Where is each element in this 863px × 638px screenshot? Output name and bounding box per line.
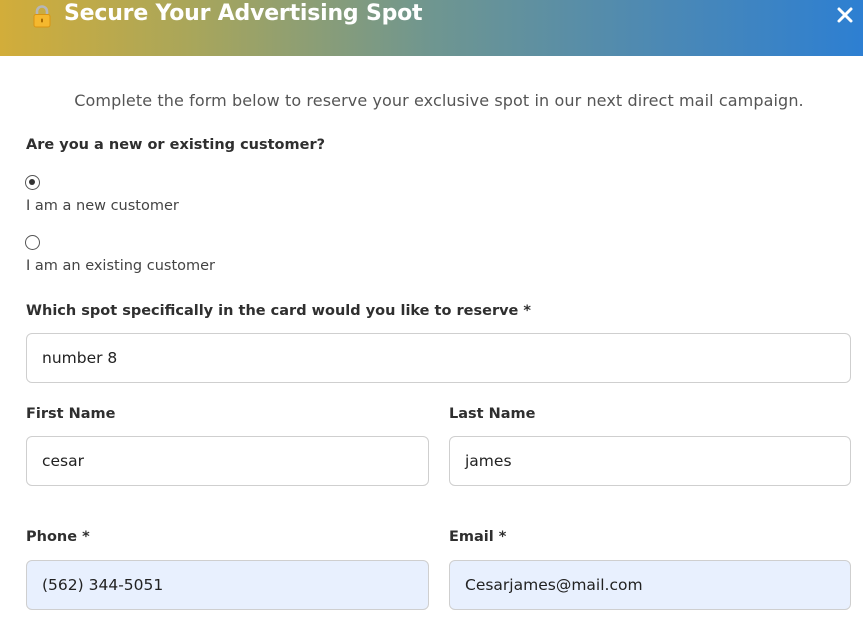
phone-value: (562) 344-5051 <box>42 576 164 594</box>
spot-input-value: number 8 <box>42 349 118 367</box>
phone-input[interactable]: (562) 344-5051 <box>26 560 429 610</box>
intro-text: Complete the form below to reserve your … <box>74 91 804 110</box>
email-value: Cesarjames@mail.com <box>465 576 643 594</box>
email-label: Email * <box>449 529 507 545</box>
radio-label-new-customer[interactable]: I am a new customer <box>26 198 179 214</box>
close-icon[interactable] <box>836 6 854 24</box>
first-name-value: cesar <box>42 452 85 470</box>
radio-new-customer[interactable] <box>25 175 40 190</box>
first-name-input[interactable]: cesar <box>26 436 429 486</box>
last-name-value: james <box>465 452 512 470</box>
spot-input[interactable]: number 8 <box>26 333 851 383</box>
dialog-header: Secure Your Advertising Spot <box>0 0 863 56</box>
lock-icon <box>33 5 51 28</box>
phone-label: Phone * <box>26 529 90 545</box>
email-input[interactable]: Cesarjames@mail.com <box>449 560 851 610</box>
last-name-input[interactable]: james <box>449 436 851 486</box>
customer-type-label: Are you a new or existing customer? <box>26 137 326 153</box>
dialog-title: Secure Your Advertising Spot <box>64 1 423 26</box>
radio-selected-dot <box>29 179 35 185</box>
radio-existing-customer[interactable] <box>25 235 40 250</box>
last-name-label: Last Name <box>449 406 536 422</box>
radio-label-existing-customer[interactable]: I am an existing customer <box>26 258 215 274</box>
first-name-label: First Name <box>26 406 116 422</box>
spot-label: Which spot specifically in the card woul… <box>26 303 532 319</box>
